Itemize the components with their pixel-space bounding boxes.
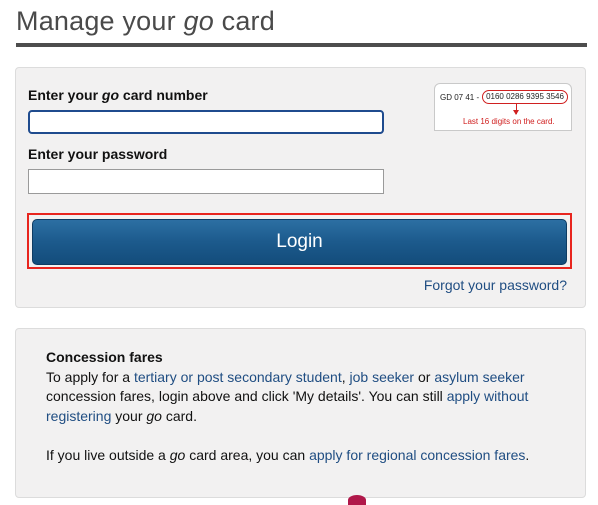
regional-text: card area, you can (185, 446, 310, 463)
password-input[interactable] (28, 169, 384, 194)
page-title: Manage your go card (16, 6, 275, 37)
concession-text: , (341, 368, 350, 385)
card-hint-arrow-icon (513, 110, 519, 115)
card-number-label: Enter your go card number (28, 87, 208, 103)
student-concession-link[interactable]: tertiary or post secondary student (134, 369, 342, 385)
asylum-seeker-link[interactable]: asylum seeker (434, 369, 524, 385)
partial-logo-icon (348, 495, 366, 505)
forgot-password-link[interactable]: Forgot your password? (424, 277, 567, 293)
card-number-input[interactable] (28, 110, 384, 134)
concession-text: card. (161, 407, 197, 424)
password-label: Enter your password (28, 146, 168, 162)
concession-content: Concession fares To apply for a tertiary… (46, 348, 546, 465)
concession-text: To apply for a (46, 368, 134, 385)
job-seeker-link[interactable]: job seeker (350, 369, 415, 385)
regional-text: If you live outside a (46, 446, 170, 463)
page-title-text: Manage your (16, 6, 184, 36)
concession-text: or (414, 368, 435, 385)
concession-heading: Concession fares (46, 349, 163, 365)
title-underline (16, 43, 587, 47)
card-number-label-go: go (101, 87, 120, 103)
card-hint-prefix: GD 07 41 - (440, 93, 480, 102)
regional-text: . (525, 446, 530, 463)
card-hint-digits: 0160 0286 9395 3546 (482, 90, 568, 104)
login-button[interactable]: Login (32, 219, 567, 265)
regional-go: go (169, 446, 186, 463)
card-number-hint-image: GD 07 41 - 0160 0286 9395 3546 Last 16 d… (434, 83, 572, 131)
page-title-suffix: card (213, 6, 275, 36)
concession-text: concession fares, login above and click … (46, 388, 447, 404)
concession-go: go (146, 407, 162, 424)
page-title-go: go (183, 6, 214, 36)
concession-text: your (111, 407, 147, 424)
card-hint-caption: Last 16 digits on the card. (463, 117, 555, 126)
card-number-label-suffix: card number (119, 87, 208, 103)
card-number-label-text: Enter your (28, 87, 102, 103)
regional-concession-link[interactable]: apply for regional concession fares (309, 447, 525, 463)
